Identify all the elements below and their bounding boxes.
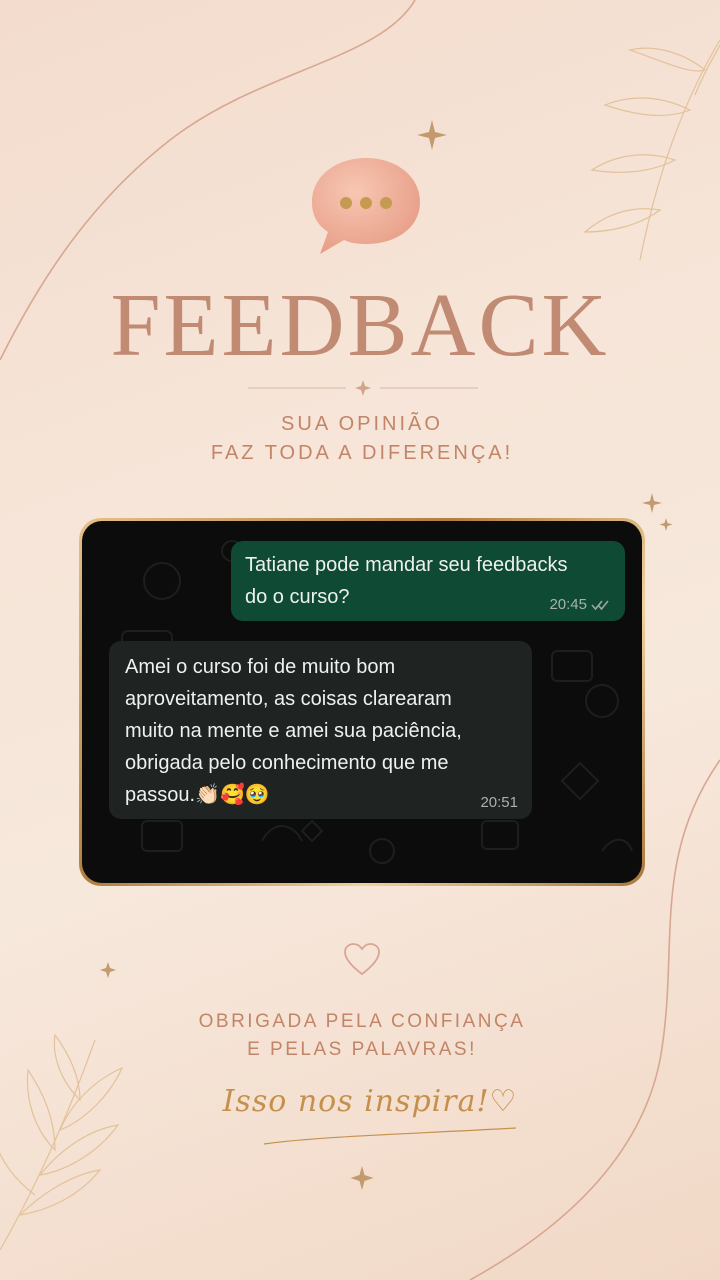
subtitle-line: FAZ TODA A DIFERENÇA!: [210, 442, 514, 464]
sent-message-bubble[interactable]: Tatiane pode mandar seu feedbacks do o c…: [231, 541, 625, 621]
page-title: FEEDBACK: [110, 276, 610, 375]
heart-outline-icon: [344, 943, 380, 976]
chat-screenshot-frame: Tatiane pode mandar seu feedbacks do o c…: [79, 518, 645, 886]
sparkle-icon: [350, 1166, 374, 1190]
speech-bubble-icon: [312, 158, 420, 254]
chat-screenshot: Tatiane pode mandar seu feedbacks do o c…: [82, 521, 642, 883]
script-tagline: Isso nos inspira!♡: [222, 1084, 518, 1119]
double-check-icon: [591, 599, 609, 610]
received-message-body: Amei o curso foi de muito bom aproveitam…: [125, 656, 462, 806]
script-underline: [263, 1127, 517, 1145]
received-message-bubble[interactable]: Amei o curso foi de muito bom aproveitam…: [109, 641, 532, 819]
leaf-branch-icon: [583, 39, 720, 261]
sent-message-time: 20:45: [549, 596, 587, 613]
sparkle-icon: [100, 962, 116, 978]
received-message-text: Amei o curso foi de muito bom aproveitam…: [125, 651, 518, 811]
thank-you-line: E PELAS PALAVRAS!: [247, 1039, 477, 1060]
emoji-reactions: 👏🏻🥰🥹: [195, 784, 270, 806]
thank-you-line: OBRIGADA PELA CONFIANÇA: [198, 1011, 526, 1032]
subtitle-line: SUA OPINIÃO: [281, 413, 443, 435]
sent-message-meta: 20:45: [549, 596, 611, 613]
thank-you-message: OBRIGADA PELA CONFIANÇA E PELAS PALAVRAS…: [0, 1008, 720, 1064]
leaf-branch-icon: [0, 1033, 124, 1251]
sparkle-icon: [642, 493, 662, 513]
sparkle-icon: [417, 120, 447, 150]
subtitle: SUA OPINIÃO FAZ TODA A DIFERENÇA!: [0, 410, 720, 468]
received-message-time: 20:51: [480, 794, 518, 811]
sparkle-icon: [659, 518, 673, 531]
title-divider: [248, 380, 478, 396]
